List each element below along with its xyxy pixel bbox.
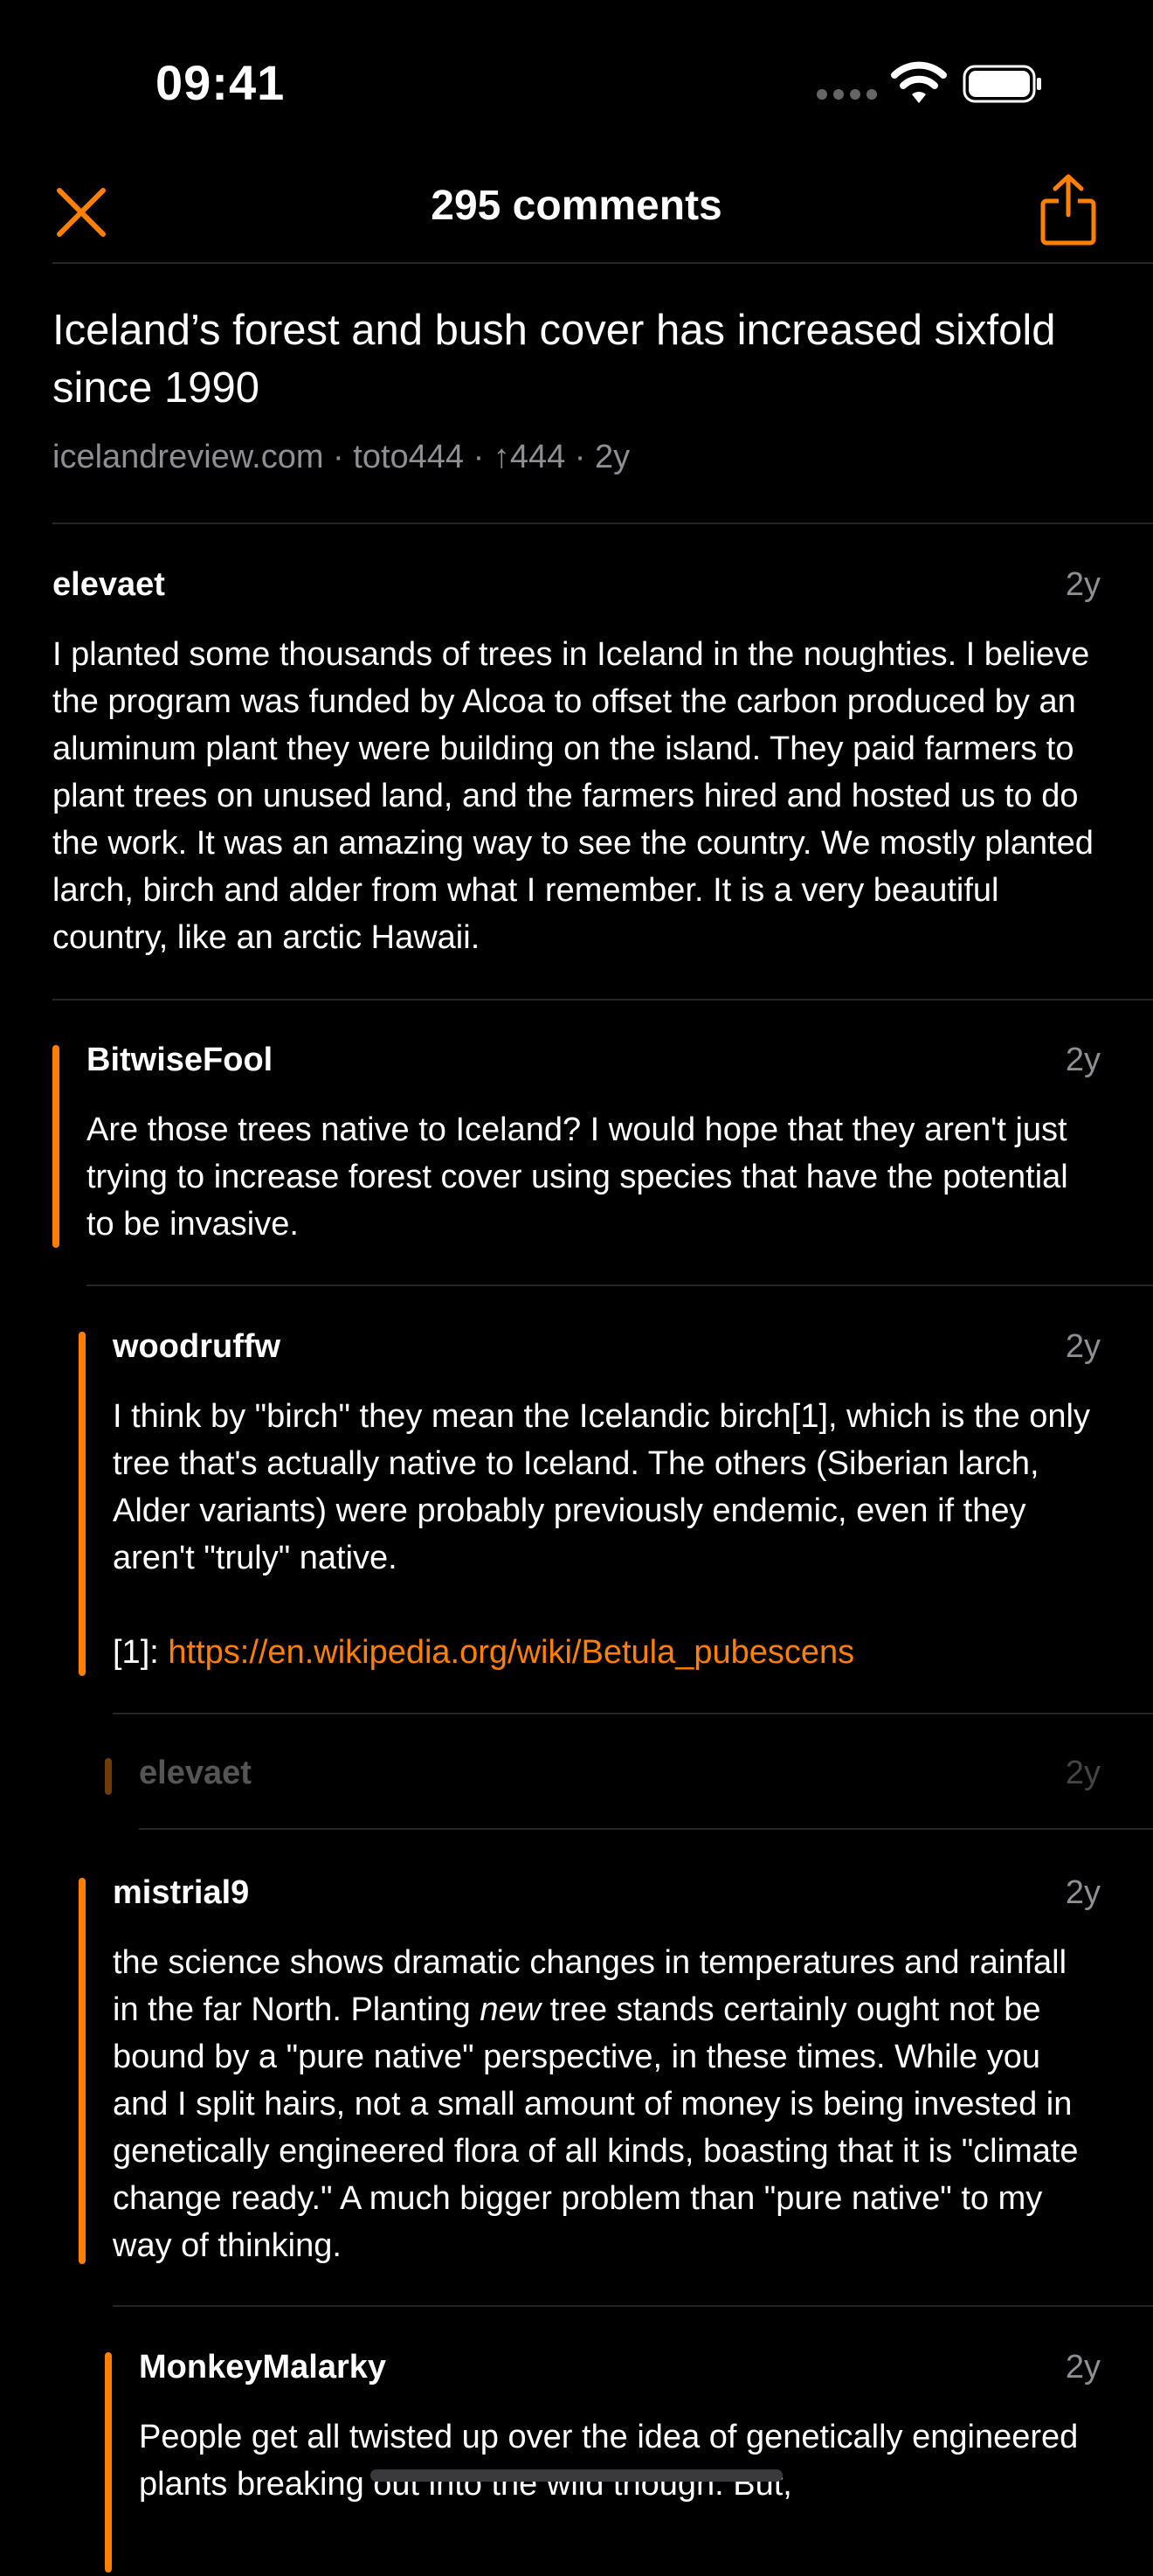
comment[interactable]: MonkeyMalarky 2y People get all twisted … bbox=[105, 2349, 1153, 2576]
battery-icon bbox=[963, 65, 1041, 103]
divider bbox=[52, 523, 1153, 524]
status-time: 09:41 bbox=[155, 55, 286, 110]
share-icon[interactable] bbox=[1038, 173, 1099, 246]
navigation-bar: 295 comments bbox=[0, 166, 1153, 262]
cellular-signal-icon bbox=[817, 89, 878, 100]
divider bbox=[86, 1285, 1153, 1286]
comment-text: I think by "birch" they mean the Iceland… bbox=[113, 1398, 1090, 1576]
divider bbox=[52, 262, 1153, 264]
footnote-link[interactable]: https://en.wikipedia.org/wiki/Betula_pub… bbox=[168, 1634, 854, 1671]
comments-count-title: 295 comments bbox=[431, 183, 722, 229]
comment-author[interactable]: woodruffw bbox=[113, 1328, 280, 1366]
comment-age: 2y bbox=[1065, 1874, 1101, 1911]
thread-depth-bar bbox=[79, 1332, 86, 1676]
comment-body: I planted some thousands of trees in Ice… bbox=[52, 636, 1094, 956]
comment-age: 2y bbox=[1065, 2349, 1101, 2386]
comment-author[interactable]: elevaet bbox=[139, 1755, 252, 1792]
thread-depth-bar bbox=[105, 2352, 112, 2573]
story-points: ↑444 bbox=[493, 439, 566, 475]
status-bar: 09:41 bbox=[0, 0, 1153, 166]
divider bbox=[139, 1828, 1153, 1830]
divider bbox=[52, 999, 1153, 1001]
comment-body: Are those trees native to Iceland? I wou… bbox=[86, 1111, 1068, 1243]
comment-author[interactable]: elevaet bbox=[52, 566, 165, 604]
footnote-label: [1]: bbox=[113, 1634, 159, 1671]
thread-depth-bar bbox=[105, 1758, 112, 1795]
comment[interactable]: elevaet 2y I planted some thousands of t… bbox=[52, 566, 1153, 968]
story-title[interactable]: Iceland’s forest and bush cover has incr… bbox=[52, 301, 1083, 417]
comment-age: 2y bbox=[1065, 566, 1101, 603]
story-domain[interactable]: icelandreview.com bbox=[52, 439, 323, 475]
story-meta: icelandreview.com · toto444 · ↑444 · 2y bbox=[52, 439, 631, 475]
thread-depth-bar bbox=[79, 1878, 86, 2264]
story-age: 2y bbox=[595, 439, 631, 475]
comment-age: 2y bbox=[1065, 1042, 1101, 1078]
story-author[interactable]: toto444 bbox=[353, 439, 464, 475]
comment-author[interactable]: BitwiseFool bbox=[86, 1042, 273, 1079]
comment-emphasis: new bbox=[480, 1991, 542, 2028]
home-indicator[interactable] bbox=[370, 2469, 783, 2482]
comment-author[interactable]: mistrial9 bbox=[113, 1874, 249, 1912]
comment-age: 2y bbox=[1065, 1755, 1101, 1791]
comment-text: tree stands certainly ought not be bound… bbox=[113, 1991, 1079, 2264]
thread-depth-bar bbox=[52, 1045, 59, 1248]
wifi-icon bbox=[891, 61, 947, 103]
comment[interactable]: woodruffw 2y I think by "birch" they mea… bbox=[79, 1328, 1153, 1679]
comment-body: I think by "birch" they mean the Iceland… bbox=[113, 1393, 1101, 1676]
divider bbox=[113, 2305, 1153, 2307]
comment-body: People get all twisted up over the idea … bbox=[139, 2419, 1079, 2503]
comment[interactable]: mistrial9 2y the science shows dramatic … bbox=[79, 1874, 1153, 2268]
comment[interactable]: BitwiseFool 2y Are those trees native to… bbox=[52, 1042, 1153, 1251]
collapsed-comment[interactable]: elevaet 2y bbox=[105, 1755, 1153, 1798]
comment-author[interactable]: MonkeyMalarky bbox=[139, 2349, 386, 2386]
comment-age: 2y bbox=[1065, 1328, 1101, 1365]
divider bbox=[113, 1713, 1153, 1714]
comment-body: the science shows dramatic changes in te… bbox=[113, 1939, 1101, 2269]
